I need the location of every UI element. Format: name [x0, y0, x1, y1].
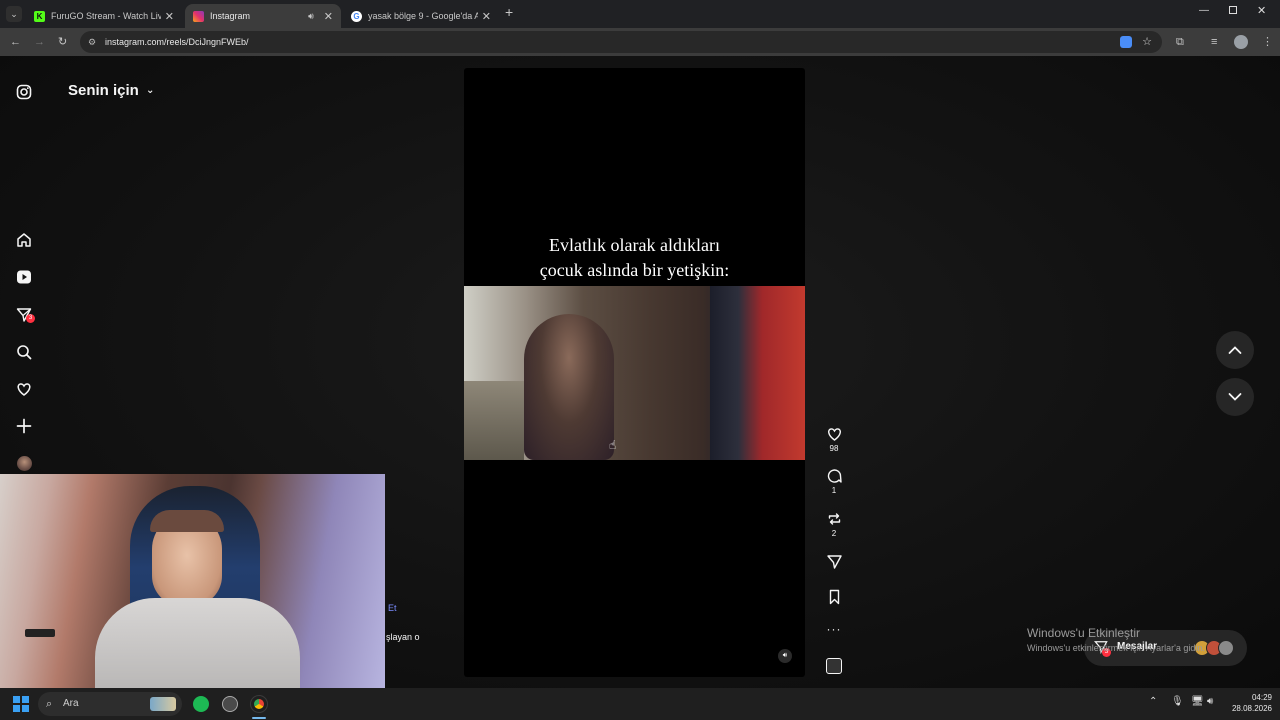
search-highlight-icon — [150, 697, 176, 711]
instagram-favicon-icon — [193, 10, 204, 22]
kick-favicon-icon: K — [34, 10, 45, 22]
taskbar-clock[interactable]: 04:29 28.08.2026 — [1222, 692, 1272, 714]
tab-google-search[interactable]: G yasak bölge 9 - Google'da Ara ✕ — [343, 4, 499, 28]
close-tab-icon[interactable]: ✕ — [324, 10, 333, 23]
address-bar[interactable]: ⚙ instagram.com/reels/DciJngnFWEb/ ☆ — [80, 31, 1162, 53]
mute-audio-icon[interactable]: 🔊︎ — [778, 649, 792, 663]
mouse-cursor-icon: ☝︎ — [609, 438, 617, 452]
repost-icon — [828, 513, 840, 525]
notifications-heart-icon[interactable] — [15, 380, 33, 398]
audio-thumbnail[interactable] — [825, 658, 843, 674]
spotify-icon[interactable] — [193, 696, 209, 712]
close-tab-icon[interactable]: ✕ — [482, 10, 491, 23]
microphone-icon[interactable]: 🎙︎ — [1171, 696, 1184, 707]
new-tab-button[interactable]: + — [505, 4, 513, 20]
url-text: instagram.com/reels/DciJngnFWEb/ — [105, 37, 249, 47]
show-hidden-icons-chevron-icon[interactable]: ⌃ — [1149, 696, 1157, 707]
search-placeholder: Ara — [63, 698, 79, 709]
like-button[interactable]: 98 — [825, 426, 843, 453]
tab-audio-icon[interactable]: 🔊︎ — [308, 11, 314, 22]
tab-instagram[interactable]: Instagram 🔊︎ ✕ — [185, 4, 341, 28]
back-arrow-icon[interactable]: ← — [10, 28, 21, 56]
search-icon: ⌕ — [46, 698, 53, 710]
chrome-icon[interactable] — [250, 695, 268, 713]
reload-icon[interactable]: ↻ — [58, 28, 67, 56]
windows-activation-watermark: Windows'u Etkinleştir Windows'u etkinleş… — [1027, 626, 1247, 653]
reels-icon[interactable] — [15, 268, 33, 286]
taskbar-search-box[interactable]: ⌕ Ara — [38, 692, 182, 716]
comment-icon — [827, 469, 842, 483]
steam-icon[interactable] — [222, 696, 238, 712]
chevron-down-icon — [1228, 393, 1242, 401]
windows-taskbar: ⌕ Ara ⌃ 🎙︎ 🖥︎ 🔊︎ 04:29 28.08.2026 — [0, 688, 1280, 720]
tab-title: FuruGO Stream - Watch Live on — [51, 11, 161, 21]
google-favicon-icon: G — [351, 10, 362, 22]
messages-badge: 3 — [26, 314, 35, 323]
browser-tab-bar: ⌄ K FuruGO Stream - Watch Live on ✕ Inst… — [0, 0, 1280, 28]
chrome-active-indicator — [252, 717, 266, 719]
tab-search-menu-icon[interactable]: ⌄ — [6, 6, 22, 22]
watermark-subtitle: Windows'u etkinleştirmek için Ayarlar'a … — [1027, 643, 1205, 653]
comment-count: 1 — [831, 486, 837, 495]
reel-caption-overlay: Evlatlık olarak aldıkları çocuk aslında … — [464, 233, 805, 283]
save-button[interactable] — [825, 589, 843, 605]
bookmark-icon — [829, 589, 839, 605]
extensions-icon[interactable]: ⧉ — [1176, 28, 1184, 56]
restore-window-icon[interactable] — [1229, 6, 1237, 14]
windows-start-icon[interactable] — [13, 696, 29, 712]
tab-title: Instagram — [210, 11, 251, 21]
feed-selector-label: Senin için — [68, 82, 139, 99]
caption-line: çocuk aslında bir yetişkin: — [539, 260, 730, 280]
feed-selector-button[interactable]: Senin için ⌄ — [68, 82, 154, 99]
tab-title: yasak bölge 9 - Google'da Ara — [368, 11, 478, 21]
create-plus-icon[interactable] — [15, 417, 33, 435]
profile-avatar[interactable] — [1234, 35, 1248, 49]
close-tab-icon[interactable]: ✕ — [165, 10, 174, 23]
heart-icon — [827, 428, 841, 441]
translate-icon[interactable] — [1120, 36, 1132, 48]
home-icon[interactable] — [15, 231, 33, 249]
search-icon[interactable] — [15, 343, 33, 361]
repost-button[interactable]: 2 — [825, 511, 843, 538]
chevron-up-icon — [1228, 346, 1242, 354]
next-reel-button[interactable] — [1216, 378, 1254, 416]
video-frame-image — [464, 286, 805, 460]
repost-count: 2 — [831, 529, 837, 538]
direct-messages-icon[interactable]: 3 — [15, 306, 35, 324]
clock-date: 28.08.2026 — [1231, 704, 1272, 713]
description-fragment: şlayan o — [386, 632, 420, 642]
browser-toolbar: ← → ↻ ⚙ instagram.com/reels/DciJngnFWEb/… — [0, 28, 1280, 56]
share-send-icon — [826, 555, 842, 569]
watermark-title: Windows'u Etkinleştir — [1027, 626, 1140, 640]
share-button[interactable] — [825, 554, 843, 570]
media-control-icon[interactable]: ≡ — [1211, 28, 1217, 56]
forward-arrow-icon[interactable]: → — [34, 28, 45, 56]
network-icon[interactable]: 🖥︎ — [1191, 696, 1204, 707]
webcam-overlay — [0, 474, 385, 690]
profile-avatar[interactable] — [15, 454, 33, 472]
reel-video-player[interactable]: Evlatlık olarak aldıkları çocuk aslında … — [464, 68, 805, 677]
clock-time: 04:29 — [1251, 693, 1272, 702]
volume-icon[interactable]: 🔊︎ — [1207, 696, 1213, 707]
more-options-icon[interactable]: ··· — [825, 622, 843, 636]
site-info-icon[interactable]: ⚙ — [88, 31, 96, 53]
previous-reel-button[interactable] — [1216, 331, 1254, 369]
follow-link-fragment[interactable]: Et — [388, 603, 397, 613]
comment-button[interactable]: 1 — [825, 468, 843, 495]
minimize-window-icon[interactable]: — — [1199, 5, 1209, 16]
like-count: 98 — [829, 444, 839, 453]
bookmark-star-icon[interactable]: ☆ — [1142, 31, 1152, 53]
caption-line: Evlatlık olarak aldıkları — [549, 235, 720, 255]
close-window-icon[interactable]: ✕ — [1257, 4, 1266, 17]
tab-furugo[interactable]: K FuruGO Stream - Watch Live on ✕ — [26, 4, 182, 28]
instagram-logo-icon[interactable] — [15, 83, 33, 101]
browser-menu-icon[interactable]: ⋮ — [1262, 28, 1273, 56]
chevron-down-icon: ⌄ — [146, 85, 155, 96]
